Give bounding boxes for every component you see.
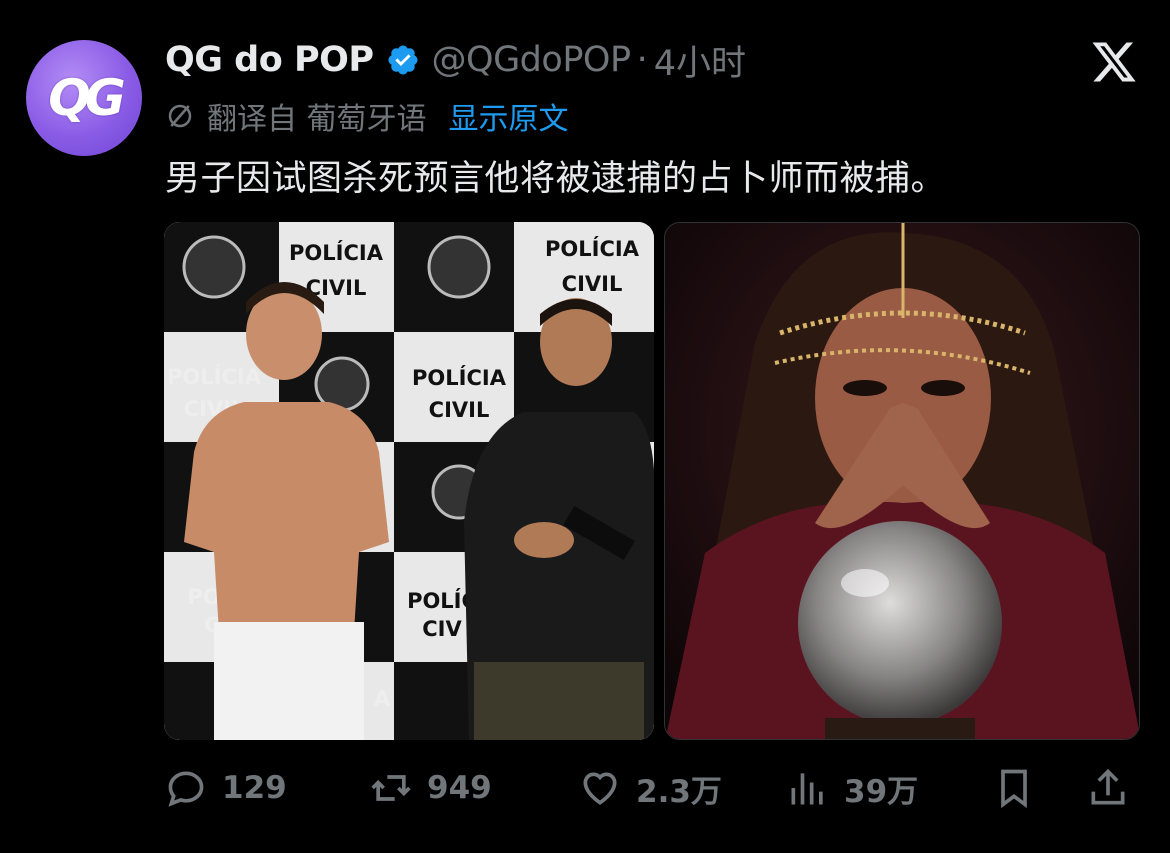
sign-text: CIVIL [429,398,490,422]
sign-text: POLÍCIA [289,240,384,265]
retweet-count: 949 [427,770,492,806]
sign-text: POLÍCIA [412,365,507,390]
fortune-teller-photo[interactable] [664,222,1140,740]
views-icon [791,773,823,805]
avatar[interactable]: QG [26,40,142,156]
reply-icon [168,771,204,807]
x-logo-icon [1092,42,1136,82]
user-handle[interactable]: @QGdoPOP [432,40,632,80]
share-icon [1091,768,1125,805]
police-photo-image: POLÍCIA CIVIL POLÍCIA CIVIL POLÍCIA CIVI… [164,222,654,740]
translate-icon [168,104,192,128]
show-original-link[interactable]: 显示原文 [449,94,569,138]
sign-text: PO [187,585,220,609]
sign-text: CIVIL [562,272,623,296]
avatar-logo-text: QG [48,69,126,127]
views-count: 39万 [844,773,919,810]
police-photo[interactable]: POLÍCIA CIVIL POLÍCIA CIVIL POLÍCIA CIVI… [164,222,654,740]
reply-count: 129 [222,770,287,806]
bookmark-icon [1001,769,1027,809]
like-count: 2.3万 [636,773,722,810]
share-button[interactable] [1086,758,1130,818]
tweet-header: QG do POP @QGdoPOP · 4小时 [165,36,746,84]
fortune-teller-image [665,223,1139,739]
separator-dot: · [636,40,648,80]
sign-text: POLÍCIA [545,236,640,261]
retweet-button[interactable]: 949 [369,758,492,818]
sign-text: CIV [422,617,462,641]
translation-row: 翻译自 葡萄牙语 显示原文 [165,94,569,138]
sign-text: A [374,687,391,711]
tweet-text: 男子因试图杀死预言他将被逮捕的占卜师而被捕。 [165,159,947,199]
reply-button[interactable]: 129 [164,758,287,818]
retweet-icon [371,775,411,801]
like-button[interactable]: 2.3万 [578,758,722,818]
heart-icon [583,772,617,805]
bookmark-button[interactable] [992,758,1036,818]
translated-from-label: 翻译自 葡萄牙语 [207,102,427,137]
media-grid: POLÍCIA CIVIL POLÍCIA CIVIL POLÍCIA CIVI… [164,222,1140,740]
display-name[interactable]: QG do POP [165,40,374,80]
sign-text: POLÍCIA [167,364,262,389]
action-bar: 129 949 2.3万 39万 [164,758,1140,818]
timestamp[interactable]: 4小时 [654,35,746,86]
verified-badge-icon [387,45,418,75]
views-button[interactable]: 39万 [786,758,918,818]
